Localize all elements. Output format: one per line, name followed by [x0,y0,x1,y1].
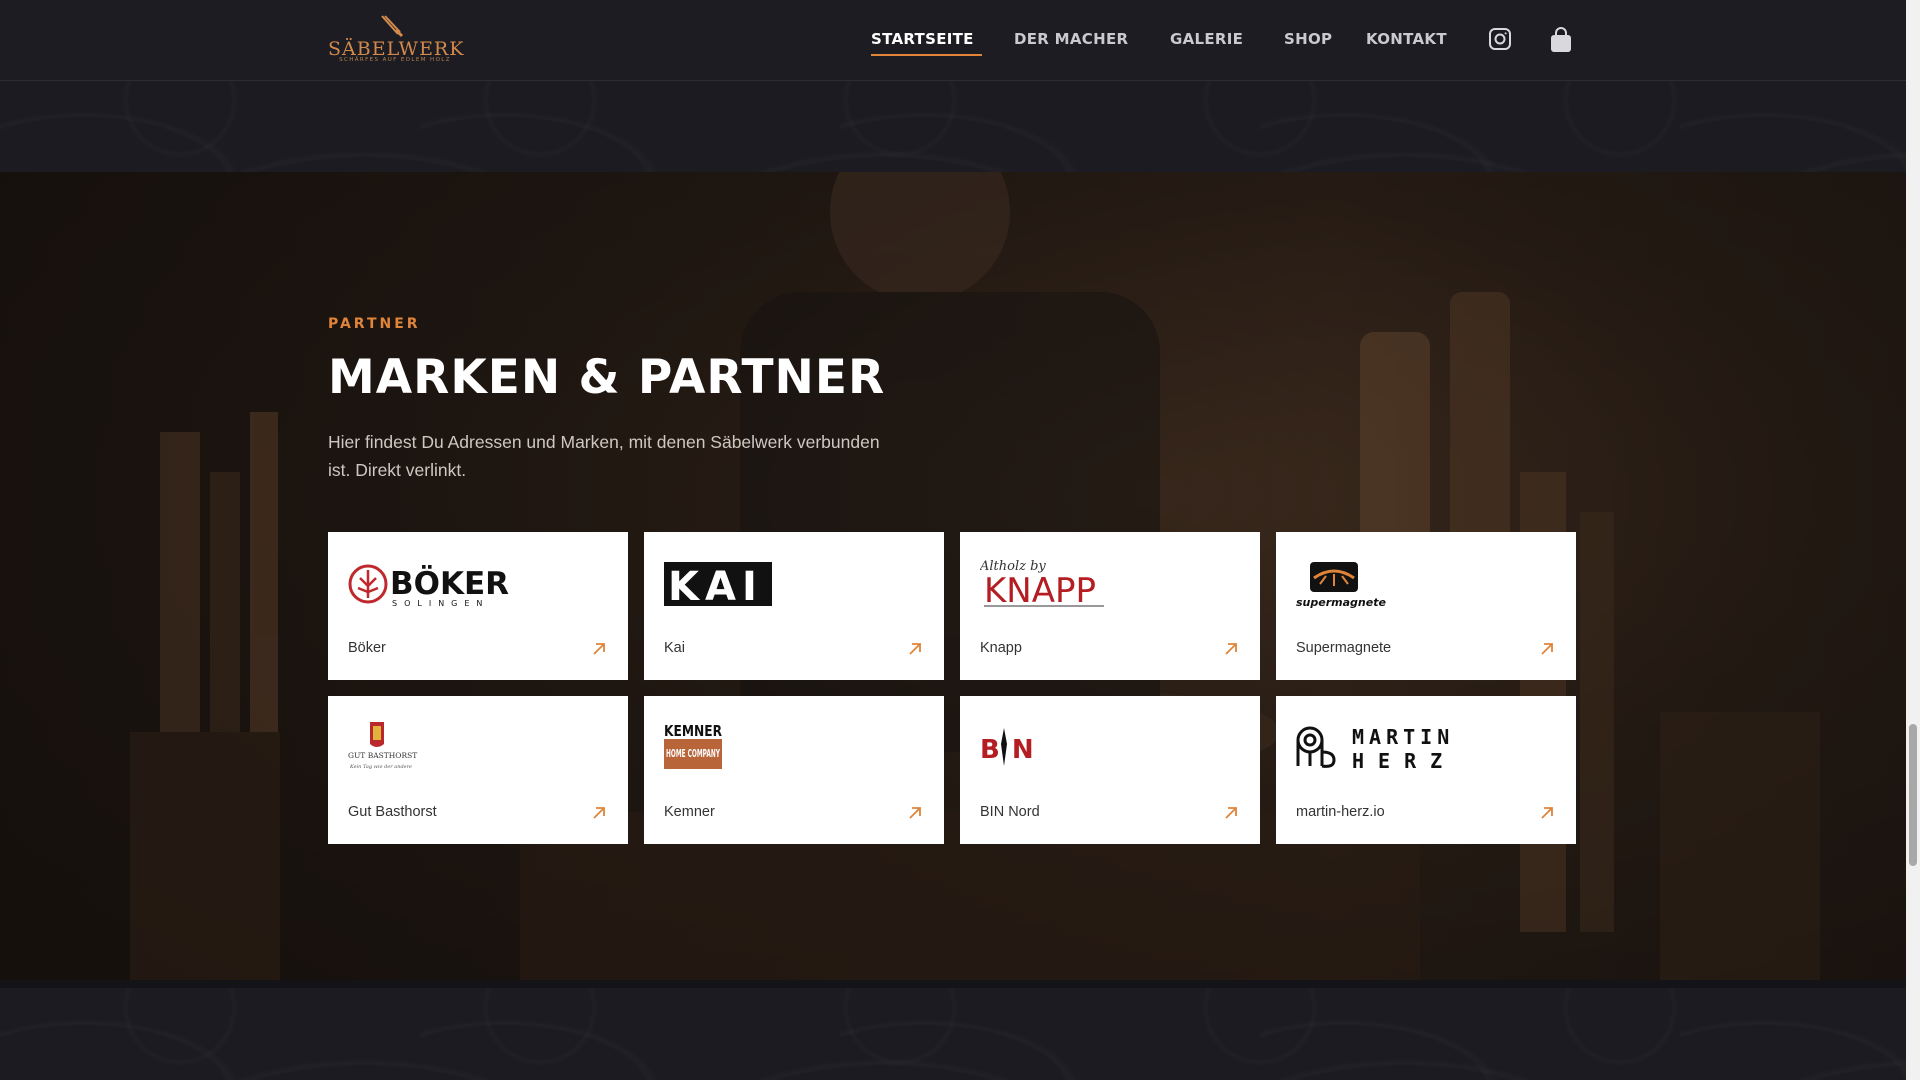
page-scrollbar[interactable] [1906,0,1920,1080]
site-header: SÄBELWERK SCHÄRFES AUF EDLEM HOLZ STARTS… [0,0,1906,81]
supermagnete-logo: supermagnete [1296,558,1556,610]
crossed-blades-icon [381,15,404,38]
partner-card-knapp[interactable]: Altholz by KNAPP Knapp [960,532,1260,680]
knapp-logo: Altholz by KNAPP [979,558,1240,611]
partner-name: BIN Nord [980,804,1040,820]
partner-name: Böker [348,640,386,656]
boker-logo-sub: SOLINGEN [392,599,489,608]
partner-card-boker[interactable]: BÖKER SOLINGEN Böker [328,532,628,680]
external-link-arrow-icon [909,643,921,655]
scrollbar-thumb[interactable] [1909,724,1917,866]
bin-nord-logo-text: BN [980,735,1046,765]
topographic-band-bottom [0,988,1906,1080]
section-title: MARKEN & PARTNER [328,350,886,405]
martin-herz-logo-text: MARTIN [1352,725,1454,749]
partner-card-kemner[interactable]: KEMNER HOME COMPANY Kemner [644,696,944,844]
partner-name: Supermagnete [1296,640,1392,656]
section-divider [0,980,1906,988]
section-eyebrow: PARTNER [328,316,421,332]
gut-basthorst-logo-text: GUT BASTHORST [348,751,417,760]
logo-tagline: SCHÄRFES AUF EDLEM HOLZ [339,57,451,63]
nav-item-startseite[interactable]: STARTSEITE [871,30,974,48]
kemner-logo: KEMNER HOME COMPANY [664,722,924,774]
nav-item-der-macher[interactable]: DER MACHER [1014,30,1128,48]
site-logo[interactable]: SÄBELWERK SCHÄRFES AUF EDLEM HOLZ [328,14,463,66]
kemner-logo-text: KEMNER [664,722,722,740]
external-link-arrow-icon [1541,807,1553,819]
partner-card-gut-basthorst[interactable]: GUT BASTHORST Kein Tag wie der andere Gu… [328,696,628,844]
nav-item-galerie[interactable]: GALERIE [1170,30,1243,48]
partner-card-martin-herz[interactable]: MARTIN HERZ martin-herz.io [1276,696,1576,844]
martin-herz-logo-sub: HERZ [1352,749,1456,773]
external-link-arrow-icon [1225,643,1237,655]
kemner-logo-sub: HOME COMPANY [666,747,721,760]
nav-item-shop[interactable]: SHOP [1284,30,1332,48]
instagram-icon[interactable] [1488,27,1512,55]
partner-name: Kemner [664,804,715,820]
section-description: Hier findest Du Adressen und Marken, mit… [328,432,880,480]
knapp-logo-text: KNAPP [984,571,1096,610]
page: SÄBELWERK SCHÄRFES AUF EDLEM HOLZ STARTS… [0,0,1906,1080]
boker-logo: BÖKER SOLINGEN [348,558,608,610]
gut-basthorst-logo-sub: Kein Tag wie der andere [349,764,412,770]
kai-logo-text: KAI [668,564,763,610]
partner-name: Knapp [980,640,1022,656]
gut-basthorst-logo: GUT BASTHORST Kein Tag wie der andere [348,722,608,774]
partner-name: Gut Basthorst [348,804,437,820]
partner-name: martin-herz.io [1296,804,1385,820]
workshop-background-image [130,172,1820,980]
partner-card-supermagnete[interactable]: supermagnete Supermagnete [1276,532,1576,680]
partner-card-kai[interactable]: KAI Kai [644,532,944,680]
partner-card-bin-nord[interactable]: BN BIN Nord [960,696,1260,844]
active-nav-underline [871,54,982,56]
nav-item-kontakt[interactable]: KONTAKT [1366,30,1447,48]
boker-logo-text: BÖKER [390,565,509,602]
external-link-arrow-icon [593,807,605,819]
shopping-bag-icon[interactable] [1548,26,1574,58]
external-link-arrow-icon [1541,643,1553,655]
kai-logo: KAI [664,558,924,610]
partner-name: Kai [664,640,685,656]
supermagnete-logo-text: supermagnete [1296,596,1386,609]
topographic-band-top [0,80,1906,172]
martin-herz-logo: MARTIN HERZ [1296,722,1556,774]
external-link-arrow-icon [909,807,921,819]
bin-nord-logo: BN [980,722,1240,774]
external-link-arrow-icon [593,643,605,655]
external-link-arrow-icon [1225,807,1237,819]
partners-section: PARTNER MARKEN & PARTNER Hier findest Du… [0,172,1906,980]
